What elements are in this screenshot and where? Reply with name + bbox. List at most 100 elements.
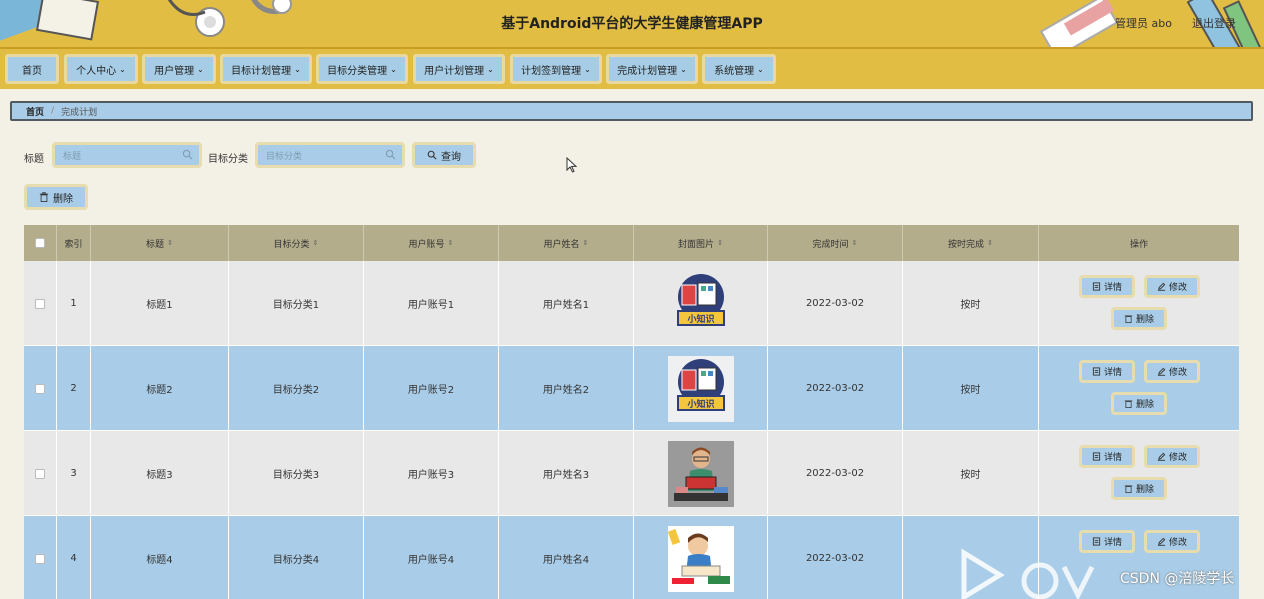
chevron-down-icon: ⌄	[680, 64, 687, 74]
detail-label: 详情	[1103, 453, 1122, 463]
column-header-actions: 操作	[1039, 225, 1239, 261]
edit-label: 修改	[1168, 538, 1187, 548]
cover-cell: 小知识	[634, 346, 768, 431]
logout-link[interactable]: 退出登录	[1192, 15, 1236, 31]
sort-icon[interactable]: ⇕	[717, 239, 723, 247]
edit-button[interactable]: 修改	[1144, 360, 1200, 383]
actions-cell: 详情 修改 删除	[1039, 346, 1239, 431]
sort-icon[interactable]: ⇕	[852, 239, 858, 247]
detail-button[interactable]: 详情	[1079, 360, 1135, 383]
nav-item-system[interactable]: 系统管理 ⌄	[702, 54, 776, 84]
sort-icon[interactable]: ⇕	[313, 239, 319, 247]
actions-cell: 详情 修改 删除	[1039, 431, 1239, 516]
column-header-category[interactable]: 目标分类 ⇕	[229, 225, 364, 261]
edit-label: 修改	[1168, 453, 1187, 463]
category-cell: 目标分类2	[229, 346, 364, 431]
delete-button[interactable]: 删除	[1111, 477, 1167, 500]
nav-item-goal-plans[interactable]: 目标计划管理 ⌄	[220, 54, 312, 84]
delete-label: 删除	[1135, 315, 1154, 325]
document-icon	[1092, 282, 1101, 291]
cover-image-text: 小知识	[686, 398, 714, 410]
chevron-down-icon: ⌄	[119, 64, 126, 74]
breadcrumb-home[interactable]: 首页	[26, 105, 44, 118]
table-header: 索引 标题 ⇕ 目标分类 ⇕ 用户账号 ⇕ 用户姓名 ⇕ 封面图片 ⇕ 完成时间 ⇕ 按时完…	[24, 225, 1239, 261]
category-cell: 目标分类1	[229, 261, 364, 346]
cover-image[interactable]	[667, 525, 734, 592]
row-checkbox[interactable]	[35, 468, 45, 479]
mouse-cursor-icon	[566, 157, 578, 173]
name-cell: 用户姓名3	[499, 431, 634, 516]
bulk-delete-label: 删除	[53, 193, 73, 205]
sort-icon[interactable]: ⇕	[583, 239, 589, 247]
bulk-delete-button[interactable]: 删除	[24, 184, 88, 210]
cover-image[interactable]: 小知识	[668, 271, 734, 337]
row-select-cell	[24, 261, 57, 346]
document-icon	[1092, 452, 1101, 461]
chevron-down-icon: ⌄	[294, 64, 301, 74]
row-select-cell	[24, 431, 57, 516]
delete-button[interactable]: 删除	[1111, 392, 1167, 415]
account-cell: 用户账号3	[364, 431, 499, 516]
title-search-input[interactable]: 标题	[52, 142, 202, 168]
query-button[interactable]: 查询	[412, 142, 476, 168]
name-cell: 用户姓名2	[499, 346, 634, 431]
column-header-ontime[interactable]: 按时完成 ⇕	[903, 225, 1039, 261]
nav-item-goal-categories[interactable]: 目标分类管理 ⌄	[316, 54, 408, 84]
query-button-label: 查询	[441, 151, 461, 163]
nav-item-home[interactable]: 首页	[5, 54, 59, 84]
detail-button[interactable]: 详情	[1079, 275, 1135, 298]
table-row: 3 标题3 目标分类3 用户账号3 用户姓名3 2022-03-02 按时 详情…	[24, 431, 1239, 516]
title-cell: 标题1	[91, 261, 229, 346]
name-cell: 用户姓名1	[499, 261, 634, 346]
edit-icon	[1157, 282, 1166, 291]
chevron-down-icon: ⌄	[584, 64, 591, 74]
column-header-time[interactable]: 完成时间 ⇕	[768, 225, 903, 261]
delete-label: 删除	[1135, 400, 1154, 410]
delete-label: 删除	[1135, 485, 1154, 495]
nav-item-user-plans[interactable]: 用户计划管理 ⌄	[413, 54, 505, 84]
row-checkbox[interactable]	[35, 298, 45, 309]
detail-button[interactable]: 详情	[1079, 445, 1135, 468]
column-header-title[interactable]: 标题 ⇕	[91, 225, 229, 261]
category-search-input[interactable]: 目标分类	[255, 142, 405, 168]
edit-icon	[1157, 537, 1166, 546]
delete-button[interactable]: 删除	[1111, 307, 1167, 330]
row-select-cell	[24, 346, 57, 431]
nav-item-label: 目标分类管理	[327, 65, 388, 77]
index-cell: 3	[57, 431, 91, 516]
cover-cell: 小知识	[634, 261, 768, 346]
watermark-text: CSDN @涪陵学长	[1120, 571, 1235, 587]
column-header-label: 用户姓名	[543, 239, 580, 250]
chevron-down-icon: ⌄	[757, 64, 764, 74]
sort-icon[interactable]: ⇕	[448, 239, 454, 247]
row-checkbox[interactable]	[35, 553, 45, 564]
account-cell: 用户账号2	[364, 346, 499, 431]
nav-item-profile[interactable]: 个人中心 ⌄	[64, 54, 138, 84]
title-cell: 标题2	[91, 346, 229, 431]
trash-icon	[1124, 315, 1133, 323]
sort-icon[interactable]: ⇕	[167, 239, 173, 247]
edit-button[interactable]: 修改	[1144, 275, 1200, 298]
time-cell: 2022-03-02	[768, 346, 903, 431]
column-header-name[interactable]: 用户姓名 ⇕	[499, 225, 634, 261]
nav-item-label: 用户计划管理	[424, 65, 485, 77]
edit-button[interactable]: 修改	[1144, 445, 1200, 468]
cover-image-text: 小知识	[686, 313, 714, 325]
column-header-account[interactable]: 用户账号 ⇕	[364, 225, 499, 261]
edit-button[interactable]: 修改	[1144, 530, 1200, 553]
nav-item-users[interactable]: 用户管理 ⌄	[142, 54, 216, 84]
cover-image[interactable]	[667, 440, 734, 507]
nav-item-label: 完成计划管理	[617, 65, 678, 77]
nav-item-completed-plans[interactable]: 完成计划管理 ⌄	[606, 54, 698, 84]
select-all-checkbox[interactable]	[35, 238, 45, 248]
category-search-label: 目标分类	[208, 154, 248, 165]
row-checkbox[interactable]	[35, 383, 45, 394]
name-cell: 用户姓名4	[499, 516, 634, 599]
nav-item-label: 目标计划管理	[231, 65, 292, 77]
video-watermark-icon	[961, 548, 1095, 599]
title-search-label: 标题	[24, 154, 44, 165]
nav-item-plan-checkin[interactable]: 计划签到管理 ⌄	[510, 54, 602, 84]
cover-image[interactable]: 小知识	[667, 355, 734, 422]
sort-icon[interactable]: ⇕	[987, 239, 993, 247]
column-header-cover[interactable]: 封面图片 ⇕	[634, 225, 768, 261]
